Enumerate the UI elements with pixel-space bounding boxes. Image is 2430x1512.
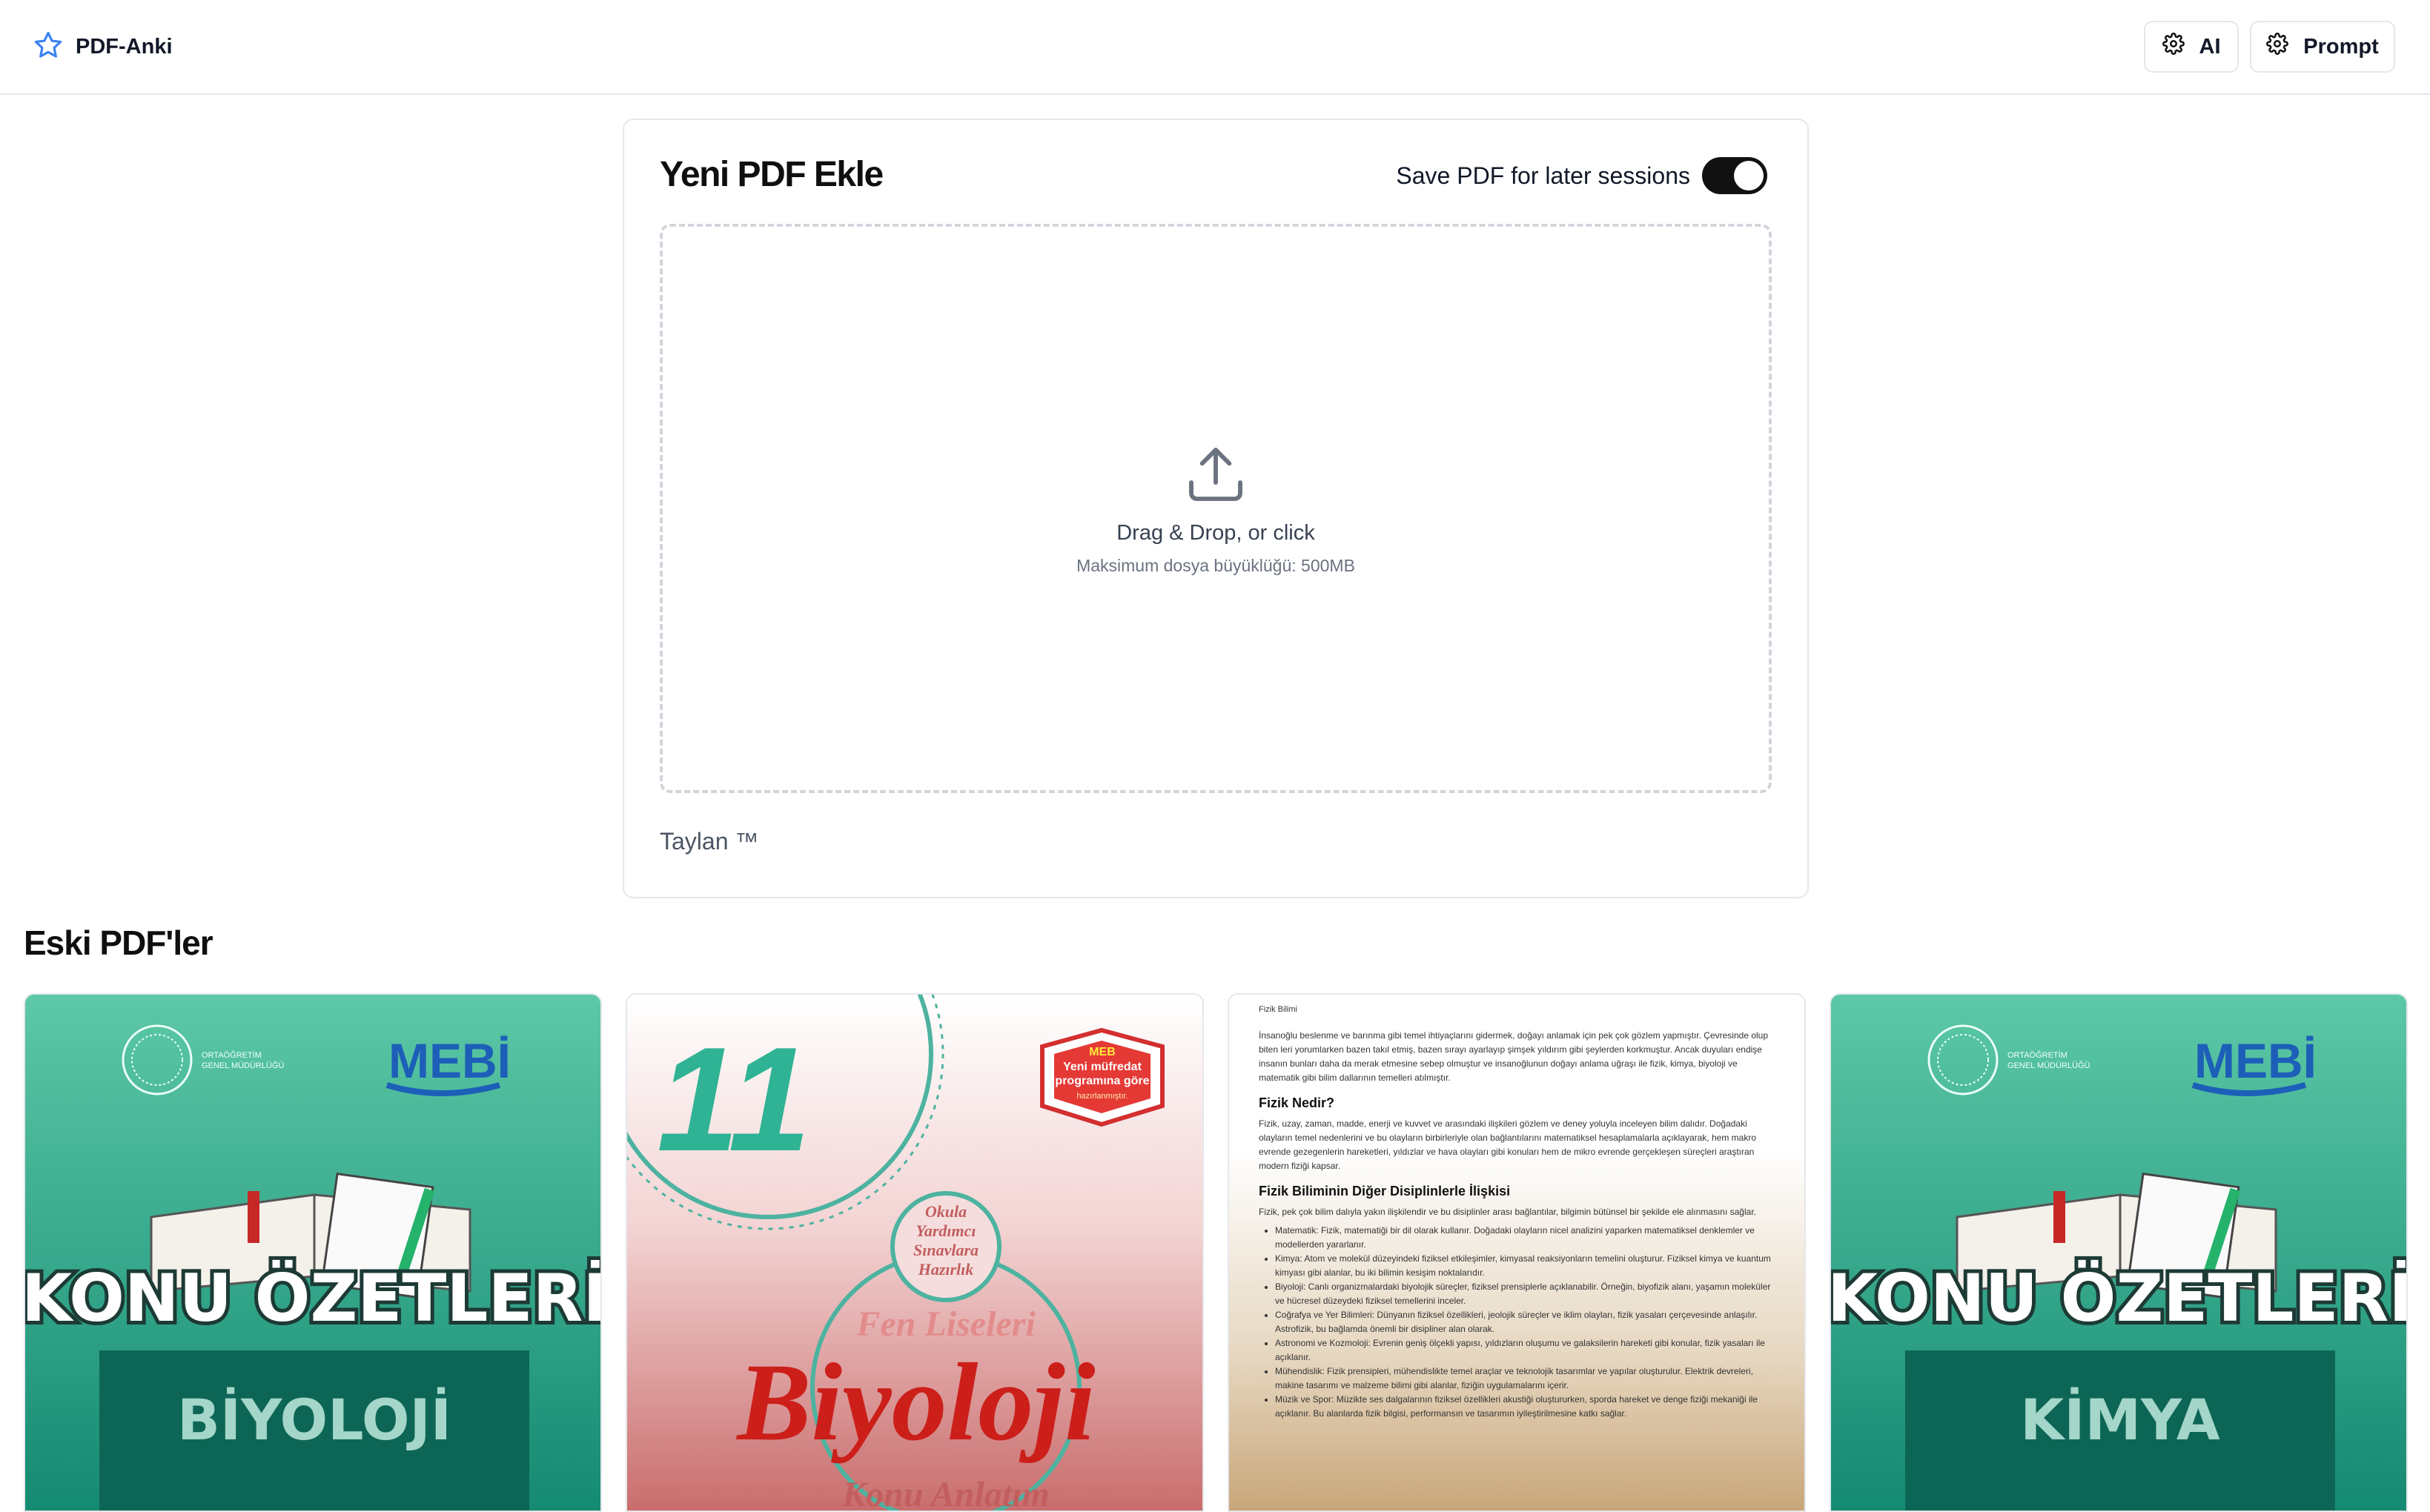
cover-title: KONU ÖZETLERİ bbox=[25, 1260, 602, 1336]
cover-title: KONU ÖZETLERİ bbox=[1831, 1260, 2408, 1336]
list-item: Kimya: Atom ve molekül düzeyindeki fizik… bbox=[1275, 1252, 1778, 1280]
pdf-dropzone[interactable]: Drag & Drop, or click Maksimum dosya büy… bbox=[660, 224, 1772, 793]
pdf-thumbnail-biyoloji-konu-anlatim[interactable]: 11 MEB Yeni müfredat programına göre haz… bbox=[626, 993, 1204, 1512]
ai-button-label: AI bbox=[2199, 34, 2221, 59]
list-item: Matematik: Fizik, matematiği bir dil ola… bbox=[1275, 1224, 1778, 1252]
badge-line-2: Yeni müfredat bbox=[1063, 1061, 1142, 1073]
toggle-knob bbox=[1734, 161, 1764, 190]
list-item: Biyoloji: Canlı organizmalardaki biyoloj… bbox=[1275, 1280, 1778, 1308]
org-line-2: GENEL MÜDÜRLÜĞÜ bbox=[2007, 1061, 2090, 1070]
pdf-thumbnail-fizik[interactable]: Fizik Bilimi İnsanoğlu beslenme ve barın… bbox=[1228, 993, 1806, 1512]
gear-icon bbox=[2266, 33, 2289, 61]
org-line-1: ORTAÖĞRETİM bbox=[202, 1050, 262, 1060]
section-heading: Fizik Biliminin Diğer Disiplinlerle İliş… bbox=[1259, 1184, 1511, 1198]
star-icon bbox=[33, 30, 64, 64]
list-item: Müzik ve Spor: Müzikte ses dalgalarının … bbox=[1275, 1393, 1778, 1421]
grade-number: 11 bbox=[657, 1017, 811, 1182]
cover-subject: BİYOLOJİ bbox=[177, 1386, 451, 1453]
paragraph: Fizik, uzay, zaman, madde, enerji ve kuv… bbox=[1259, 1118, 1756, 1171]
mebi-logo: MEBİ bbox=[2194, 1033, 2317, 1088]
badge-line-1: MEB bbox=[1089, 1046, 1116, 1058]
cover-subject: KİMYA bbox=[2020, 1386, 2220, 1453]
series-name: Fen Liseleri bbox=[855, 1304, 1036, 1344]
document-text: Fizik Bilimi İnsanoğlu beslenme ve barın… bbox=[1259, 1005, 1778, 1421]
save-pdf-setting: Save PDF for later sessions bbox=[1396, 157, 1767, 194]
brand[interactable]: PDF-Anki bbox=[33, 30, 173, 64]
bullet-list: Matematik: Fizik, matematiği bir dil ola… bbox=[1259, 1224, 1778, 1421]
cover-title: Biyoloji bbox=[735, 1341, 1096, 1464]
upload-card: Yeni PDF Ekle Save PDF for later session… bbox=[623, 119, 1809, 898]
circle-line-3: Sınavlara bbox=[913, 1241, 979, 1259]
badge-line-3: programına göre bbox=[1055, 1075, 1149, 1087]
dropzone-max-size: Maksimum dosya büyüklüğü: 500MB bbox=[1076, 556, 1355, 575]
org-line-2: GENEL MÜDÜRLÜĞÜ bbox=[202, 1061, 284, 1070]
meb-badge: MEB Yeni müfredat programına göre hazırl… bbox=[1040, 1027, 1165, 1127]
badge-line-4: hazırlanmıştır. bbox=[1076, 1092, 1128, 1101]
org-line-1: ORTAÖĞRETİM bbox=[2007, 1050, 2068, 1060]
intro-paragraph: İnsanoğlu beslenme ve barınma gibi temel… bbox=[1259, 1030, 1769, 1083]
list-item: Coğrafya ve Yer Bilimleri: Dünyanın fizi… bbox=[1275, 1308, 1778, 1336]
pdf-thumbnail-kimya-ozet[interactable]: ORTAÖĞRETİM GENEL MÜDÜRLÜĞÜ MEBİ KONU ÖZ… bbox=[1830, 993, 2408, 1512]
prompt-button-label: Prompt bbox=[2303, 34, 2379, 59]
circle-line-2: Yardımcı bbox=[916, 1221, 976, 1240]
top-bar: PDF-Anki AI Prompt bbox=[0, 0, 2430, 95]
upload-icon bbox=[1183, 448, 1248, 510]
running-head: Fizik Bilimi bbox=[1259, 1005, 1297, 1014]
dropzone-title: Drag & Drop, or click bbox=[1116, 521, 1315, 545]
mebi-logo: MEBİ bbox=[388, 1033, 511, 1088]
list-item: Astronomi ve Kozmoloji: Evrenin geniş öl… bbox=[1275, 1336, 1778, 1365]
gear-icon bbox=[2162, 33, 2185, 61]
section-heading: Fizik Nedir? bbox=[1259, 1095, 1335, 1110]
save-pdf-label: Save PDF for later sessions bbox=[1396, 162, 1690, 189]
app-title: PDF-Anki bbox=[76, 35, 173, 59]
cover-biyoloji-konu: 11 MEB Yeni müfredat programına göre haz… bbox=[627, 995, 1202, 1512]
cover-kimya-ozet: ORTAÖĞRETİM GENEL MÜDÜRLÜĞÜ MEBİ KONU ÖZ… bbox=[1831, 995, 2408, 1511]
circle-line-4: Hazırlık bbox=[918, 1260, 974, 1279]
paragraph: Fizik, pek çok bilim dalıyla yakın ilişk… bbox=[1259, 1207, 1756, 1217]
card-footer-credit: Taylan ™ bbox=[660, 828, 759, 855]
ai-settings-button[interactable]: AI bbox=[2144, 21, 2239, 73]
dropzone-content: Drag & Drop, or click Maksimum dosya büy… bbox=[663, 442, 1769, 576]
circle-line-1: Okula bbox=[925, 1202, 967, 1221]
save-pdf-toggle[interactable] bbox=[1702, 157, 1767, 194]
list-item: Mühendislik: Fizik prensipleri, mühendis… bbox=[1275, 1365, 1778, 1393]
pdf-thumbnail-biyoloji-ozet[interactable]: ORTAÖĞRETİM GENEL MÜDÜRLÜĞÜ MEBİ KONU ÖZ… bbox=[24, 993, 602, 1512]
cover-biyoloji-ozet: ORTAÖĞRETİM GENEL MÜDÜRLÜĞÜ MEBİ KONU ÖZ… bbox=[25, 995, 602, 1511]
prompt-settings-button[interactable]: Prompt bbox=[2250, 21, 2395, 73]
upload-card-title: Yeni PDF Ekle bbox=[660, 155, 884, 194]
old-pdfs-title: Eski PDF'ler bbox=[24, 924, 213, 962]
cover-subtitle: Konu Anlatım bbox=[841, 1475, 1050, 1512]
